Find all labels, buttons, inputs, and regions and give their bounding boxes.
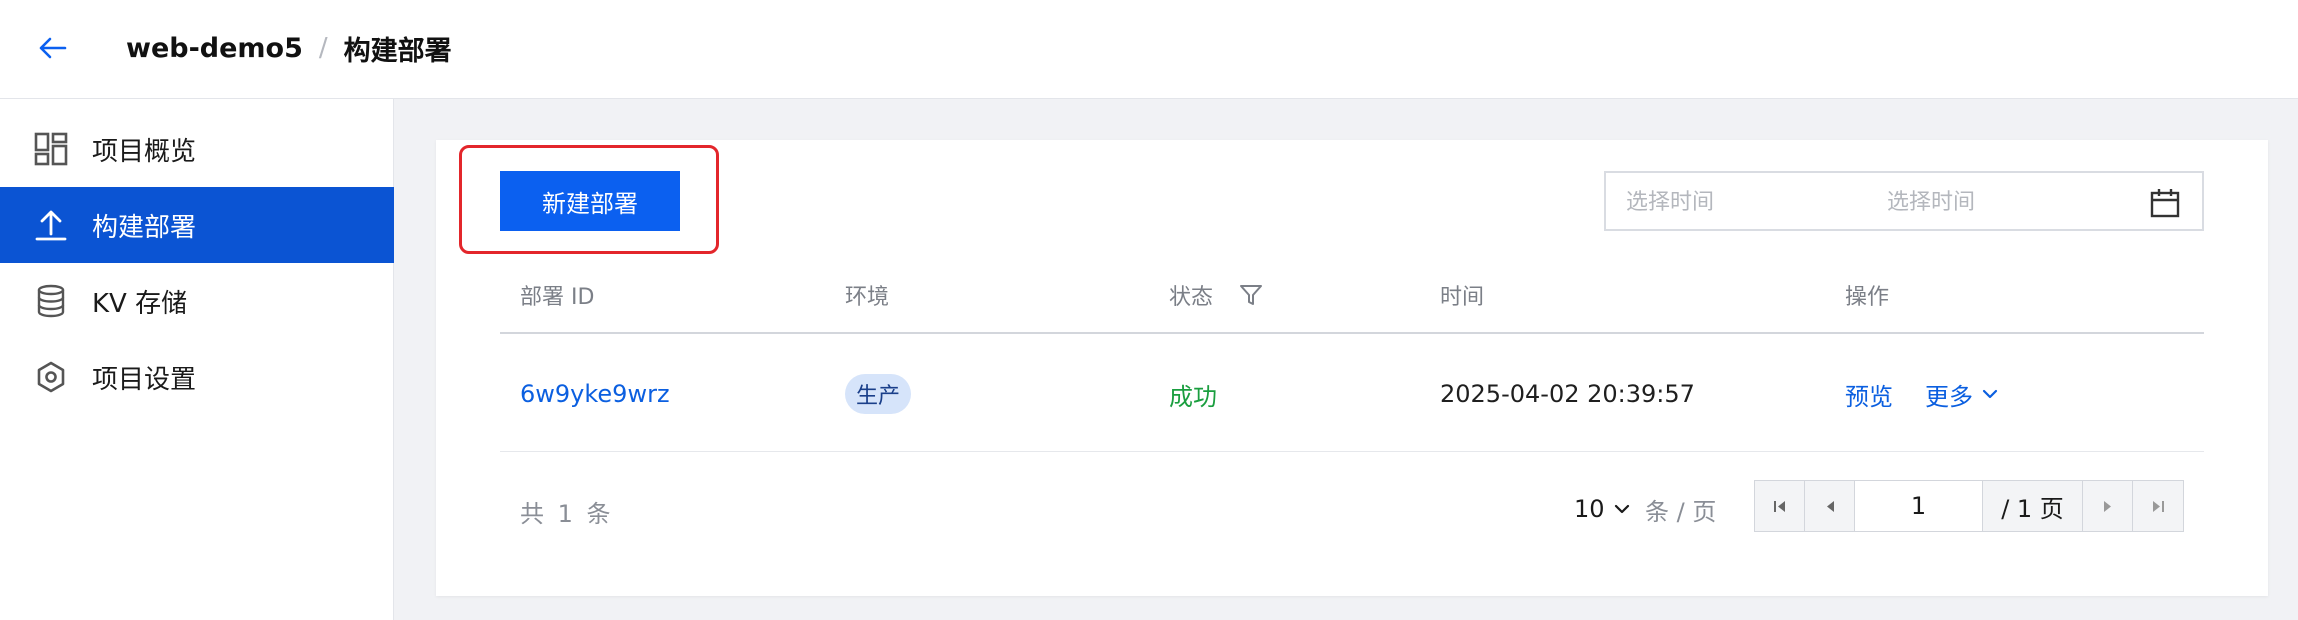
deployment-id-link[interactable]: 6w9yke9wrz (520, 376, 670, 412)
sidebar-item-label: 构建部署 (92, 212, 197, 243)
page-size-value: 10 (1574, 495, 1605, 523)
prev-page-button[interactable] (1805, 481, 1855, 531)
end-date-input[interactable] (1887, 183, 2107, 221)
breadcrumb-app-name[interactable]: web-demo5 (126, 33, 303, 64)
sidebar-item-label: 项目设置 (92, 364, 197, 395)
chevron-down-icon (1982, 389, 1998, 399)
chevron-down-icon (1614, 504, 1629, 514)
page-size-select[interactable]: 10 (1574, 491, 1631, 527)
sidebar-item-build-deploy[interactable]: 构建部署 (0, 187, 394, 263)
deployment-time: 2025-04-02 20:39:57 (1440, 380, 1695, 408)
settings-icon (34, 360, 68, 394)
first-page-icon (1773, 501, 1785, 512)
dashboard-icon (34, 132, 68, 166)
sidebar-item-label: 项目概览 (92, 136, 197, 167)
new-deployment-button[interactable]: 新建部署 (500, 171, 680, 231)
more-label: 更多 (1925, 382, 1973, 411)
breadcrumb-separator: / (318, 33, 328, 63)
page-number-input[interactable] (1855, 481, 1983, 531)
per-page-label: 条 / 页 (1645, 497, 1717, 526)
database-icon (34, 284, 68, 318)
prev-page-icon (1826, 501, 1834, 512)
column-header-time: 时间 (1440, 285, 1485, 310)
breadcrumb: web-demo5 / 构建部署 (126, 28, 452, 68)
filter-icon[interactable] (1239, 283, 1263, 307)
start-date-input[interactable] (1626, 183, 1846, 221)
column-header-status-wrap: 状态 (1169, 278, 1263, 312)
next-page-icon (2103, 501, 2111, 512)
column-header-status: 状态 (1169, 285, 1214, 310)
table-header-divider (500, 332, 2204, 334)
column-header-actions: 操作 (1845, 285, 1890, 310)
env-tag: 生产 (845, 374, 912, 414)
page-title: 构建部署 (343, 35, 452, 67)
sidebar-item-overview[interactable]: 项目概览 (0, 111, 394, 187)
sidebar: 项目概览 构建部署 KV 存储 项目设置 (0, 99, 394, 620)
more-dropdown[interactable]: 更多 (1925, 376, 1999, 412)
back-button[interactable] (30, 28, 74, 68)
column-header-env: 环境 (845, 285, 890, 310)
top-header: web-demo5 / 构建部署 (0, 0, 2298, 99)
status-badge: 成功 (1169, 382, 1217, 411)
column-header-id: 部署 ID (520, 285, 595, 310)
total-count: 共 1 条 (520, 500, 614, 528)
sidebar-item-label: KV 存储 (92, 288, 188, 319)
pagination: / 1 页 (1754, 480, 2184, 532)
arrow-left-icon (39, 37, 67, 59)
calendar-icon[interactable] (2149, 187, 2181, 219)
date-range-picker[interactable] (1604, 171, 2204, 231)
last-page-button[interactable] (2133, 481, 2183, 531)
next-page-button[interactable] (2083, 481, 2133, 531)
sidebar-item-kv-storage[interactable]: KV 存储 (0, 263, 394, 339)
first-page-button[interactable] (1755, 481, 1805, 531)
preview-link[interactable]: 预览 (1845, 376, 1893, 412)
total-pages: / 1 页 (1983, 481, 2083, 531)
sidebar-item-settings[interactable]: 项目设置 (0, 339, 394, 415)
last-page-icon (2153, 501, 2164, 512)
upload-icon (34, 208, 68, 242)
table-row-divider (500, 451, 2204, 452)
